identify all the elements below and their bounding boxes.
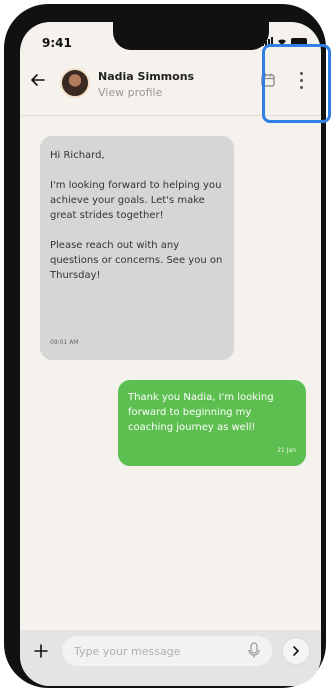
view-profile-link[interactable]: View profile	[98, 86, 162, 99]
arrow-left-icon	[31, 74, 45, 86]
message-list: Hi Richard, I'm looking forward to helpi…	[20, 116, 321, 636]
avatar[interactable]	[60, 68, 90, 98]
send-button[interactable]	[282, 637, 310, 665]
message-input[interactable]	[62, 636, 272, 666]
message-composer	[20, 630, 321, 686]
attach-button[interactable]	[30, 640, 52, 662]
message-time: 09:01 AM	[50, 339, 79, 346]
contact-name[interactable]: Nadia Simmons	[98, 70, 194, 83]
chevron-right-icon	[293, 646, 299, 656]
message-time: 21 Jan	[277, 447, 296, 454]
message-paragraph: Hi Richard,	[50, 150, 105, 161]
outgoing-message: Thank you Nadia, I'm looking forward to …	[118, 380, 306, 466]
plus-icon	[34, 644, 48, 658]
message-paragraph: Please reach out with any questions or c…	[50, 240, 223, 281]
back-button[interactable]	[30, 72, 50, 92]
incoming-message: Hi Richard, I'm looking forward to helpi…	[40, 136, 234, 360]
notch	[113, 22, 269, 50]
message-paragraph: I'm looking forward to helping you achie…	[50, 180, 222, 221]
highlight-box	[262, 44, 331, 123]
message-text: Thank you Nadia, I'm looking forward to …	[128, 392, 274, 433]
status-time: 9:41	[42, 36, 72, 50]
microphone-icon[interactable]	[247, 642, 261, 660]
